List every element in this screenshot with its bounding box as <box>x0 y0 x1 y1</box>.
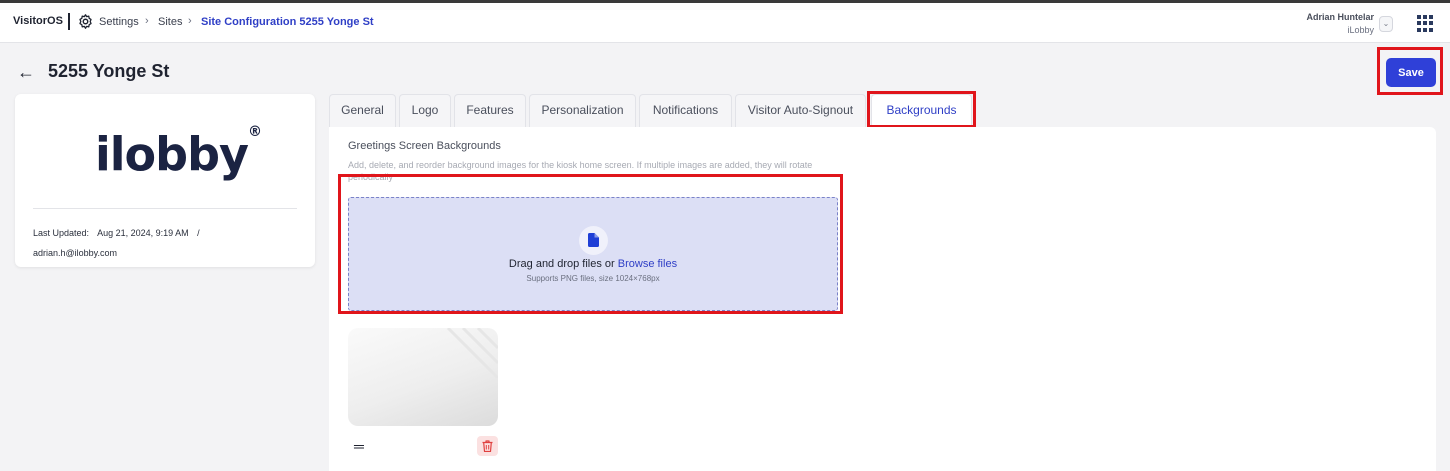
breadcrumb-current: Site Configuration 5255 Yonge St <box>201 16 374 28</box>
brand-divider <box>68 13 70 30</box>
thumbnail-pattern <box>446 328 498 378</box>
section-title: Greetings Screen Backgrounds <box>348 140 501 152</box>
breadcrumb-chevron-icon: › <box>145 15 149 27</box>
chevron-down-icon[interactable]: ⌄ <box>1379 16 1393 32</box>
breadcrumb-sites[interactable]: Sites <box>158 16 182 28</box>
background-thumbnail[interactable] <box>348 328 498 426</box>
file-icon-badge <box>579 226 608 255</box>
tab-notifications[interactable]: Notifications <box>639 94 732 127</box>
drop-text: Drag and drop files or <box>508 258 615 270</box>
gear-icon[interactable] <box>77 13 94 30</box>
brand-name[interactable]: VisitorOS <box>13 15 63 27</box>
file-dropzone[interactable]: Drag and drop files or Browse files Supp… <box>348 197 838 311</box>
file-icon <box>588 233 599 247</box>
page-title: 5255 Yonge St <box>48 61 170 81</box>
user-name[interactable]: Adrian Huntelar <box>1306 12 1374 22</box>
top-bar: VisitorOS Settings › Sites › Site Config… <box>0 0 1450 43</box>
card-divider <box>33 208 297 209</box>
trash-icon <box>482 440 493 452</box>
breadcrumb-chevron-icon: › <box>188 15 192 27</box>
drop-instructions: Drag and drop files or Browse files <box>349 258 837 270</box>
registered-mark: ® <box>247 124 262 140</box>
save-highlight: Save <box>1377 47 1443 95</box>
drag-handle-icon[interactable]: ═ <box>354 439 364 453</box>
delete-background-button[interactable] <box>477 436 498 456</box>
tab-highlight <box>867 91 976 128</box>
site-card: ilobby® Last Updated: Aug 21, 2024, 9:19… <box>15 94 315 267</box>
last-updated-value: Aug 21, 2024, 9:19 AM <box>97 228 189 238</box>
meta-separator: / <box>197 228 200 238</box>
tab-personalization[interactable]: Personalization <box>529 94 636 127</box>
last-updated-info: Last Updated: Aug 21, 2024, 9:19 AM / ad… <box>33 223 200 263</box>
logo-text: ilobby <box>95 127 249 182</box>
file-requirements: Supports PNG files, size 1024×768px <box>526 274 660 283</box>
back-arrow-icon[interactable]: ← <box>17 61 35 83</box>
breadcrumb-settings[interactable]: Settings <box>99 16 139 28</box>
updated-by: adrian.h@ilobby.com <box>33 248 118 258</box>
tab-general[interactable]: General <box>329 94 396 127</box>
tab-visitor-auto-signout[interactable]: Visitor Auto-Signout <box>735 94 866 127</box>
tab-logo[interactable]: Logo <box>399 94 451 127</box>
last-updated-label: Last Updated: <box>33 228 90 238</box>
save-button[interactable]: Save <box>1386 58 1436 87</box>
ilobby-logo: ilobby® <box>95 124 262 182</box>
browse-files-link[interactable]: Browse files <box>618 258 677 270</box>
grid-icon[interactable] <box>1417 15 1434 32</box>
user-org: iLobby <box>1347 25 1374 35</box>
tab-features[interactable]: Features <box>454 94 526 127</box>
